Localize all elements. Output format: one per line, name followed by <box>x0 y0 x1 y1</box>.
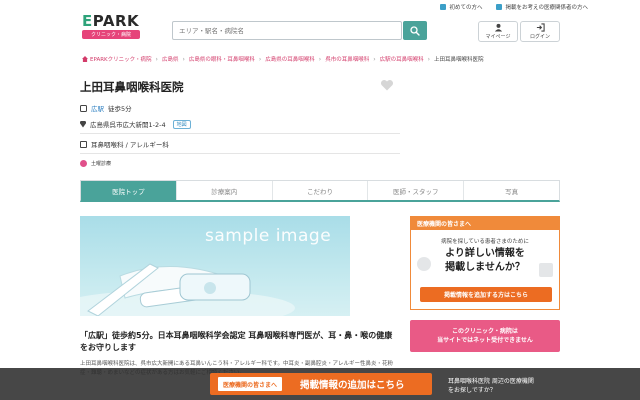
departments-text: 耳鼻咽喉科 / アレルギー科 <box>91 141 169 149</box>
breadcrumb-current: 上田耳鼻咽喉科医院 <box>434 57 484 63</box>
description-headline: 「広駅」徒歩約5分。日本耳鼻咽喉科学会認定 耳鼻咽喉科専門医が、耳・鼻・喉の健康… <box>80 331 393 352</box>
clipboard-icon <box>80 140 87 148</box>
bottom-button-label: 掲載情報の追加はこちら <box>300 380 405 391</box>
tab-photos[interactable]: 写真 <box>464 181 559 200</box>
breadcrumb-separator: › <box>258 55 262 63</box>
info-icon <box>440 4 447 10</box>
breadcrumb-item[interactable]: EPARKクリニック・病院 <box>90 55 152 63</box>
bottom-fixed-bar: 医療機関の皆さまへ 掲載情報の追加はこちら 耳鼻咽喉科医院 周辺の医療機関 をお… <box>0 368 640 400</box>
page-title: 上田耳鼻咽喉科医院 <box>80 80 184 94</box>
search-box <box>172 21 402 40</box>
access-row: 広駅 徒歩5分 <box>80 103 132 113</box>
search-icon <box>410 25 420 36</box>
tab-clinic-top[interactable]: 医院トップ <box>81 181 177 200</box>
breadcrumb-item[interactable]: 広駅の耳鼻咽喉科 <box>380 55 424 63</box>
medical-cross-icon <box>539 263 553 277</box>
map-button[interactable]: 地図 <box>172 119 191 129</box>
breadcrumb-item[interactable]: 呉市の耳鼻咽喉科 <box>325 55 369 63</box>
breadcrumb-separator: › <box>318 55 322 63</box>
sample-image-text: sample image <box>205 226 332 246</box>
favorite-heart-icon[interactable] <box>380 79 394 91</box>
bottom-tag: 医療機関の皆さまへ <box>218 377 283 391</box>
add-listing-button[interactable]: 掲載情報を追加する方はこちら <box>420 287 552 302</box>
login-icon <box>536 23 545 32</box>
top-utility-links: 初めての方へ 掲載をお考えの医療関係者の方へ <box>440 3 588 11</box>
address-row: 広島県呉市広大新開1-2-4 地図 <box>80 119 191 129</box>
mypage-button[interactable]: マイページ <box>478 21 518 42</box>
logo-sub: クリニック・病院 <box>82 30 140 39</box>
walk-time: 徒歩5分 <box>108 105 132 113</box>
bottom-right-text: 耳鼻咽喉科医院 周辺の医療機関 をお探しですか？ <box>448 378 534 394</box>
doctor-icon <box>417 257 431 271</box>
login-button[interactable]: ログイン <box>520 21 560 42</box>
train-icon <box>80 104 87 112</box>
search-button[interactable] <box>403 21 427 40</box>
breadcrumb-separator: › <box>155 55 158 63</box>
tab-medical-info[interactable]: 診療案内 <box>177 181 273 200</box>
promo-headline-2: 掲載しませんか？ <box>445 262 525 273</box>
promo-header: 医療機関の皆さまへ <box>411 217 559 230</box>
no-online-booking-notice: このクリニック・病院は 当サイトではネット受付できません <box>410 320 560 352</box>
promo-subtext: 病院を探している患者さまのために <box>441 239 529 245</box>
epark-logo[interactable]: EPARK クリニック・病院 <box>82 14 140 39</box>
department-row: 耳鼻咽喉科 / アレルギー科 <box>80 139 169 149</box>
breadcrumb-separator: › <box>427 55 431 63</box>
clinic-photo: sample image <box>80 216 350 316</box>
promo-headline-1: より詳しい情報を <box>445 248 525 259</box>
top-link-medical-staff[interactable]: 掲載をお考えの医療関係者の方へ <box>496 3 588 11</box>
info-icon <box>496 4 503 10</box>
user-icon <box>494 23 502 32</box>
breadcrumb: EPARKクリニック・病院 › 広島県 › 広島県の眼科・耳鼻咽喉科 › 広島県… <box>82 55 484 63</box>
breadcrumb-separator: › <box>373 55 376 63</box>
calendar-icon <box>80 160 87 167</box>
search-input[interactable] <box>173 22 401 39</box>
address-text: 広島県呉市広大新開1-2-4 <box>90 121 166 129</box>
tab-features[interactable]: こだわり <box>273 181 369 200</box>
tab-staff[interactable]: 医師・スタッフ <box>368 181 465 200</box>
top-link-first-time[interactable]: 初めての方へ <box>440 3 482 11</box>
saturday-badge: 土曜診療 <box>80 160 111 167</box>
location-pin-icon <box>80 120 86 128</box>
home-icon <box>82 56 88 62</box>
logo-mark: EPARK <box>82 12 140 30</box>
breadcrumb-item[interactable]: 広島県の耳鼻咽喉科 <box>265 55 315 63</box>
breadcrumb-separator: › <box>182 55 185 63</box>
clinic-tabs: 医院トップ 診療案内 こだわり 医師・スタッフ 写真 <box>80 180 560 202</box>
divider <box>80 153 400 154</box>
listing-promo-box: 医療機関の皆さまへ 病院を探している患者さまのために より詳しい情報を 掲載しま… <box>410 216 560 310</box>
breadcrumb-item[interactable]: 広島県 <box>162 55 179 63</box>
divider <box>80 133 400 134</box>
station-link[interactable]: 広駅 <box>91 103 104 113</box>
breadcrumb-item[interactable]: 広島県の眼科・耳鼻咽喉科 <box>189 55 255 63</box>
